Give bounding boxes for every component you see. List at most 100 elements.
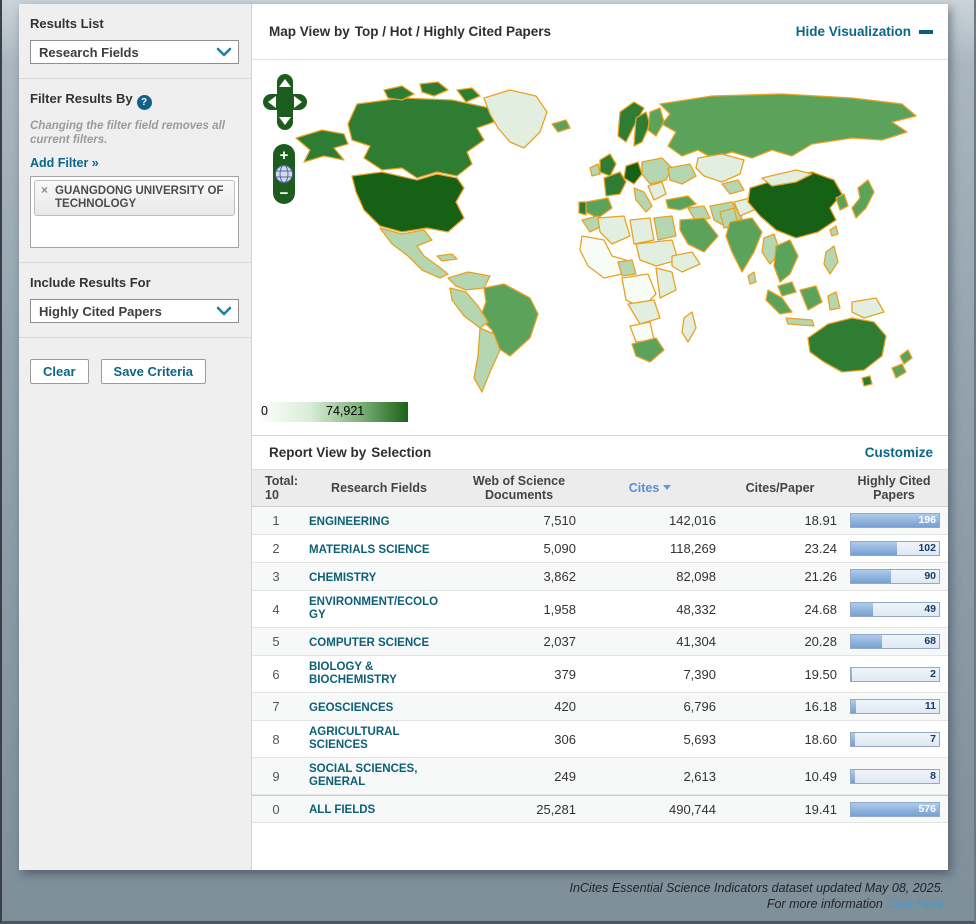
country-greenland (484, 90, 547, 148)
table-row: 6BIOLOGY & BIOCHEMISTRY3797,39019.502 (252, 656, 948, 693)
col-header-cites-per-paper[interactable]: Cites/Paper (720, 481, 840, 495)
continent-oceania[interactable] (808, 318, 912, 386)
world-map[interactable] (252, 60, 947, 400)
research-field-link[interactable]: MATERIALS SCIENCE (309, 544, 430, 557)
filter-section: Filter Results By? Changing the filter f… (19, 79, 251, 263)
research-field-link[interactable]: GEOSCIENCES (309, 702, 393, 715)
save-criteria-button[interactable]: Save Criteria (101, 359, 207, 384)
customize-link[interactable]: Customize (865, 445, 933, 460)
help-icon[interactable]: ? (137, 95, 152, 110)
clear-button[interactable]: Clear (30, 359, 89, 384)
country-germany (624, 162, 642, 184)
wos-documents-value: 2,037 (458, 634, 580, 649)
hide-visualization-label[interactable]: Hide Visualization (796, 24, 911, 39)
map-title: Map View byTop / Hot / Highly Cited Pape… (269, 24, 551, 39)
legend-min-label: 0 (261, 404, 268, 418)
cites-value: 118,269 (580, 541, 720, 556)
country-mexico (380, 228, 448, 278)
pan-control-icon[interactable] (263, 74, 307, 132)
research-field-link[interactable]: AGRICULTURAL SCIENCES (309, 726, 441, 752)
research-field-cell: ENVIRONMENT/ECOLOGY (300, 596, 458, 622)
criteria-buttons-section: Clear Save Criteria (19, 338, 251, 398)
country-australia (808, 318, 886, 372)
wos-documents-value: 3,862 (458, 569, 580, 584)
row-rank: 8 (252, 732, 300, 747)
country-uk (600, 154, 616, 176)
footer: InCites Essential Science Indicators dat… (569, 880, 944, 912)
continent-asia[interactable] (660, 94, 916, 326)
country-thailand-vietnam (774, 240, 798, 282)
col-header-research-fields[interactable]: Research Fields (300, 481, 458, 495)
research-field-link[interactable]: CHEMISTRY (309, 572, 376, 585)
wos-documents-value: 306 (458, 732, 580, 747)
country-usa (352, 172, 464, 232)
country-taiwan (830, 226, 838, 236)
zoom-in-icon[interactable]: + (280, 147, 289, 164)
country-peru (450, 288, 488, 328)
continent-africa[interactable] (580, 216, 700, 362)
col-header-total: Total: 10 (252, 474, 300, 502)
globe-icon[interactable] (276, 166, 293, 183)
wos-documents-value: 420 (458, 699, 580, 714)
row-rank: 2 (252, 541, 300, 556)
research-field-cell: CHEMISTRY (300, 569, 458, 585)
cites-per-paper-value: 21.26 (720, 569, 840, 584)
wos-documents-value: 25,281 (458, 802, 580, 817)
collapse-icon[interactable] (919, 30, 933, 34)
col-header-cites[interactable]: Cites (580, 481, 720, 495)
research-field-cell: BIOLOGY & BIOCHEMISTRY (300, 661, 458, 687)
country-venezuela (448, 272, 490, 290)
cites-per-paper-value: 16.18 (720, 699, 840, 714)
country-kazakhstan (696, 154, 744, 182)
research-field-link[interactable]: COMPUTER SCIENCE (309, 637, 429, 650)
research-field-link[interactable]: ENGINEERING (309, 516, 390, 529)
col-header-highly-cited[interactable]: Highly Cited Papers (852, 474, 936, 502)
zoom-out-icon[interactable]: − (280, 185, 289, 202)
results-list-dropdown[interactable]: Research Fields (30, 40, 239, 64)
map-controls: + − (263, 74, 309, 210)
include-results-selected: Highly Cited Papers (39, 304, 162, 319)
country-horn-of-africa (672, 252, 700, 272)
research-field-cell: SOCIAL SCIENCES, GENERAL (300, 763, 458, 789)
report-header: Report View bySelection Customize (252, 435, 948, 469)
country-tasmania (862, 376, 872, 386)
col-header-wos-documents[interactable]: Web of Science Documents (463, 474, 575, 502)
add-filter-link[interactable]: Add Filter » (30, 156, 99, 170)
continent-south-america[interactable] (448, 272, 538, 392)
row-rank: 9 (252, 769, 300, 784)
research-field-link[interactable]: BIOLOGY & BIOCHEMISTRY (309, 661, 441, 687)
highly-cited-cell: 196 (840, 513, 948, 528)
research-field-link[interactable]: ENVIRONMENT/ECOLOGY (309, 596, 441, 622)
highly-cited-cell: 576 (840, 802, 948, 817)
continent-north-america[interactable] (296, 82, 570, 278)
include-results-section: Include Results For Highly Cited Papers (19, 263, 251, 338)
research-field-link[interactable]: SOCIAL SCIENCES, GENERAL (309, 763, 441, 789)
country-nigeria (618, 260, 636, 276)
country-japan (852, 180, 874, 218)
hide-visualization[interactable]: Hide Visualization (796, 24, 933, 39)
table-row: 9SOCIAL SCIENCES, GENERAL2492,61310.498 (252, 758, 948, 795)
wos-documents-value: 1,958 (458, 602, 580, 617)
table-row: 2MATERIALS SCIENCE5,090118,26923.24102 (252, 535, 948, 563)
research-field-link[interactable]: ALL FIELDS (309, 804, 375, 817)
cites-per-paper-value: 10.49 (720, 769, 840, 784)
click-here-link[interactable]: Click Here (886, 897, 944, 911)
hcp-bar: 49 (850, 602, 940, 617)
remove-filter-icon[interactable]: × (41, 184, 48, 197)
table-row: 3CHEMISTRY3,86282,09821.2690 (252, 563, 948, 591)
filter-tag: × GUANGDONG UNIVERSITY OF TECHNOLOGY (34, 180, 235, 216)
country-india (726, 218, 762, 272)
table-row: 4ENVIRONMENT/ECOLOGY1,95848,33224.6849 (252, 591, 948, 628)
include-results-dropdown[interactable]: Highly Cited Papers (30, 299, 239, 323)
country-poland (642, 158, 672, 184)
country-spain (586, 198, 612, 218)
country-finland (648, 108, 664, 136)
row-rank: 0 (252, 802, 300, 817)
country-korea (836, 194, 848, 210)
world-map-area: + − (252, 60, 948, 400)
highly-cited-cell: 8 (840, 769, 948, 784)
country-philippines (824, 246, 838, 274)
cites-value: 41,304 (580, 634, 720, 649)
country-egypt (654, 216, 676, 240)
research-field-cell: MATERIALS SCIENCE (300, 541, 458, 557)
